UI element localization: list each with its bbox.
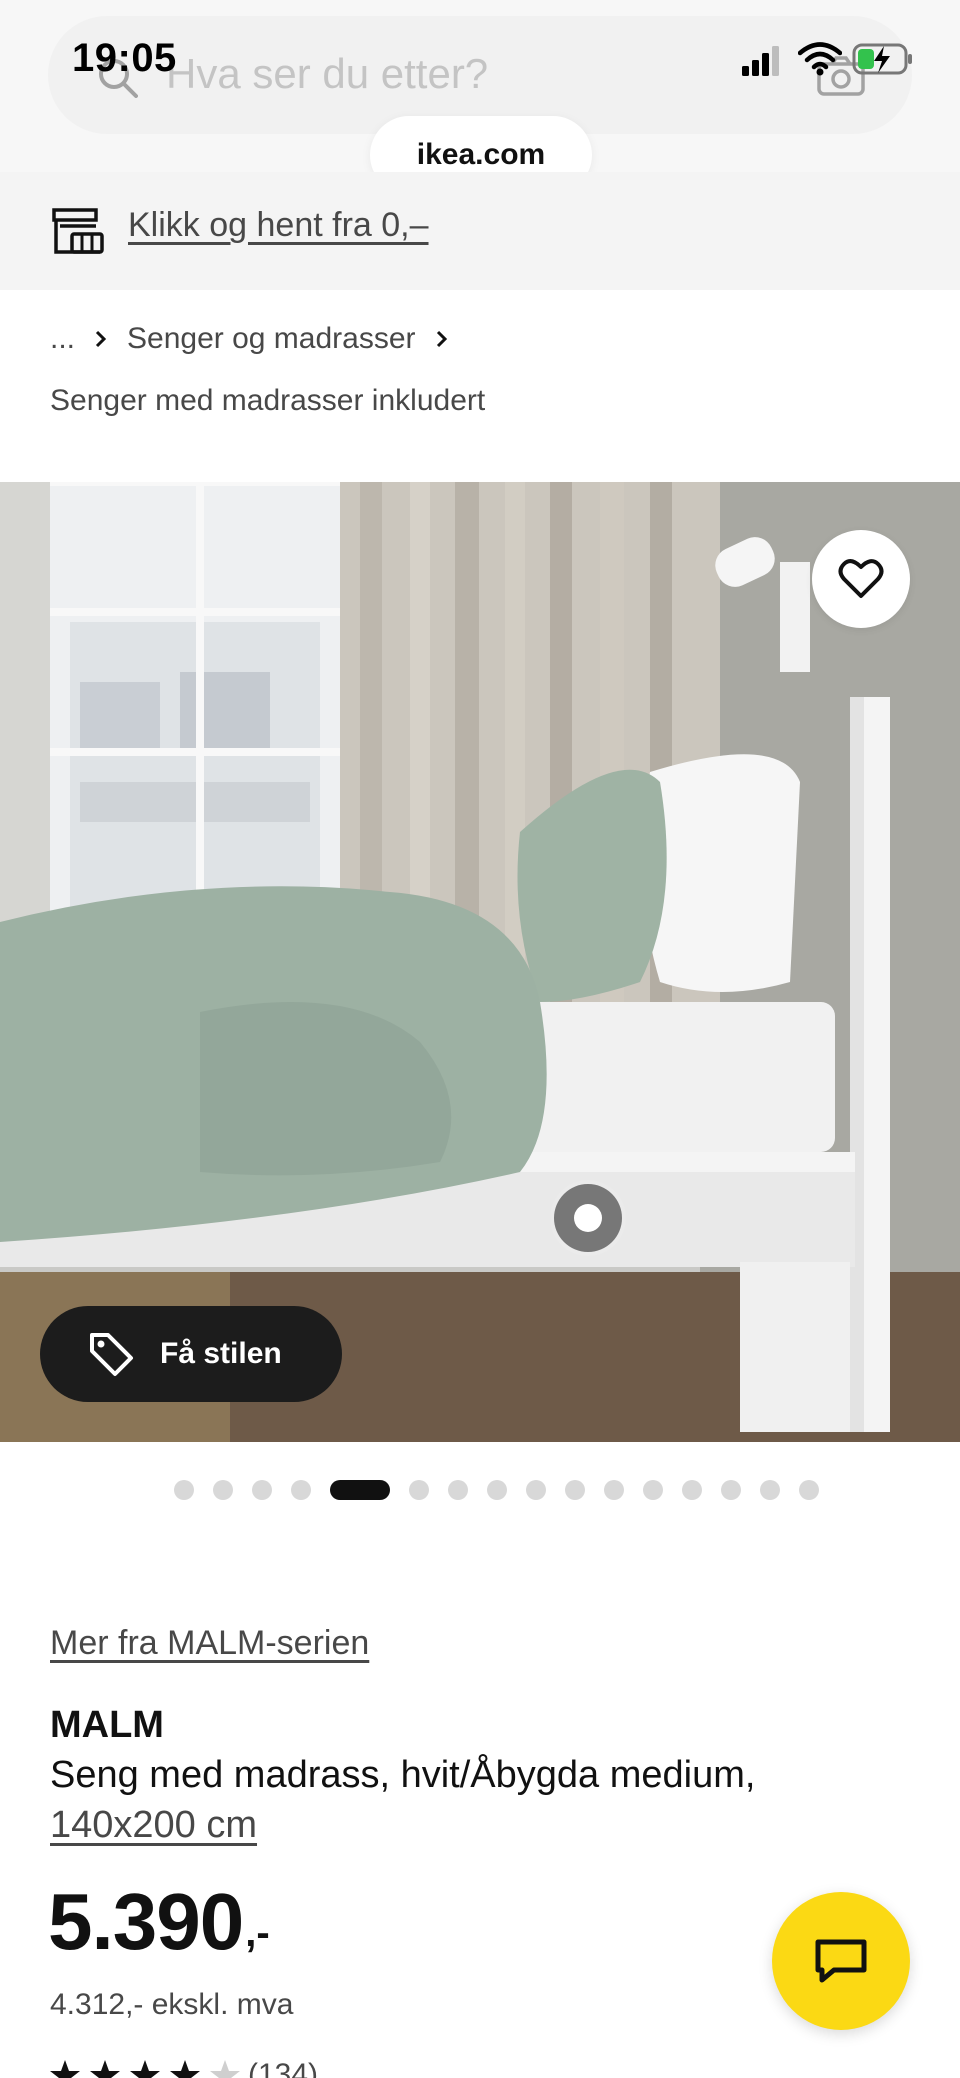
battery-charging-icon	[852, 43, 912, 75]
signal-icon	[742, 46, 779, 76]
product-name: MALM	[50, 1704, 164, 1746]
get-the-style-button[interactable]: Få stilen	[40, 1306, 342, 1402]
series-link[interactable]: Mer fra MALM-serien	[50, 1624, 369, 1663]
star-icon	[170, 2060, 200, 2078]
chat-icon	[815, 1939, 867, 1983]
product-description: Seng med madrass, hvit/Åbygda medium,	[50, 1754, 756, 1796]
search-input[interactable]: Hva ser du etter?	[166, 50, 488, 98]
carousel-dot[interactable]	[760, 1480, 780, 1500]
get-the-style-label: Få stilen	[160, 1337, 282, 1370]
carousel-dot[interactable]	[291, 1480, 311, 1500]
carousel-dot[interactable]	[213, 1480, 233, 1500]
chat-button[interactable]	[772, 1892, 910, 2030]
carousel-dot[interactable]	[799, 1480, 819, 1500]
carousel-dot[interactable]	[487, 1480, 507, 1500]
url-text: ikea.com	[416, 138, 546, 171]
product-size-link[interactable]: 140x200 cm	[50, 1804, 257, 1847]
rating-count: (134)	[248, 2058, 319, 2078]
carousel-dot[interactable]	[604, 1480, 624, 1500]
carousel-dot[interactable]	[252, 1480, 272, 1500]
product-hotspot[interactable]	[550, 1180, 626, 1256]
click-collect-link[interactable]: Klikk og hent fra 0,–	[128, 206, 429, 245]
product-price: 5.390 ,-	[48, 1882, 270, 1962]
carousel-indicator	[174, 1480, 838, 1500]
status-time: 19:05	[72, 36, 177, 80]
carousel-dot[interactable]	[526, 1480, 546, 1500]
chevron-right-icon	[95, 330, 107, 348]
star-icon	[50, 2060, 80, 2078]
breadcrumb-category[interactable]: Senger og madrasser	[127, 322, 416, 356]
carousel-dot[interactable]	[643, 1480, 663, 1500]
star-icon	[130, 2060, 160, 2078]
breadcrumb-ellipsis[interactable]: ...	[50, 322, 75, 356]
tag-icon	[90, 1333, 133, 1376]
carousel-dot-active[interactable]	[330, 1480, 390, 1500]
price-excl-vat: 4.312,- ekskl. mva	[50, 1988, 294, 2021]
chevron-right-icon	[436, 330, 447, 348]
carousel-dot[interactable]	[565, 1480, 585, 1500]
carousel-dot[interactable]	[448, 1480, 468, 1500]
store-icon	[52, 208, 104, 254]
bedroom-photo	[0, 482, 960, 1442]
star-icon	[210, 2060, 240, 2078]
breadcrumb-current[interactable]: Senger med madrasser inkludert	[50, 384, 485, 418]
product-rating[interactable]: (134)	[48, 2058, 318, 2078]
hotspot-dot	[574, 1204, 602, 1232]
carousel-dot[interactable]	[409, 1480, 429, 1500]
carousel-dot[interactable]	[682, 1480, 702, 1500]
price-value: 5.390	[48, 1877, 244, 1966]
carousel-dot[interactable]	[174, 1480, 194, 1500]
heart-icon	[838, 559, 884, 598]
favourite-button[interactable]	[812, 530, 910, 628]
product-image[interactable]	[0, 482, 960, 1442]
price-suffix: ,-	[245, 1911, 270, 1955]
star-icon	[90, 2060, 120, 2078]
breadcrumb: ... Senger og madrasser	[50, 322, 468, 356]
carousel-dot[interactable]	[721, 1480, 741, 1500]
wifi-icon	[798, 42, 842, 76]
